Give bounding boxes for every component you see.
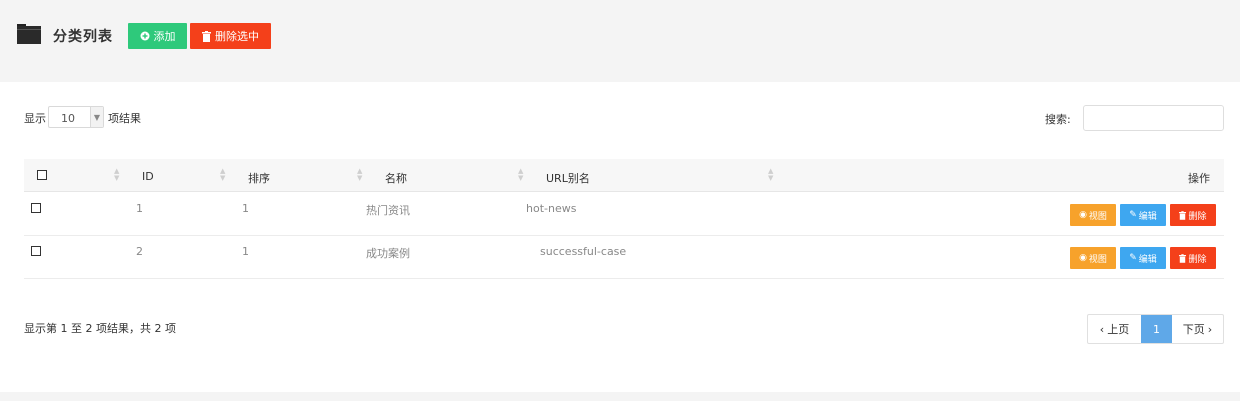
edit-icon: ✎ — [1129, 253, 1137, 263]
sort-icon[interactable]: ▲ ▼ — [518, 168, 523, 182]
cell-name: 热门资讯 — [366, 204, 410, 217]
edit-label: 编辑 — [1138, 254, 1157, 265]
chevron-down-icon: ▼ — [90, 107, 103, 127]
column-id[interactable]: ID — [142, 170, 154, 183]
plus-circle-icon — [140, 31, 149, 41]
trash-icon — [202, 30, 211, 42]
add-button[interactable]: 添加 — [128, 23, 187, 49]
column-name[interactable]: 名称 — [385, 170, 407, 186]
view-button[interactable]: ◉ 视图 — [1070, 247, 1116, 269]
delete-button[interactable]: 删除 — [1170, 204, 1216, 226]
add-button-label: 添加 — [153, 30, 176, 43]
length-prefix-label: 显示 — [24, 112, 46, 125]
view-label: 视图 — [1088, 211, 1107, 222]
page-header: 分类列表 添加 删除选中 — [0, 0, 1240, 82]
select-all-checkbox[interactable] — [37, 170, 47, 180]
length-suffix-label: 项结果 — [108, 112, 141, 125]
search-input[interactable] — [1083, 105, 1224, 131]
trash-icon — [1179, 253, 1187, 263]
cell-id: 2 — [136, 245, 143, 258]
sort-icon[interactable]: ▲ ▼ — [220, 168, 225, 182]
table-header: ▲ ▼ ID ▲ ▼ 排序 ▲ ▼ 名称 ▲ ▼ URL别名 ▲ ▼ 操作 — [24, 159, 1224, 192]
view-button[interactable]: ◉ 视图 — [1070, 204, 1116, 226]
column-url-alias[interactable]: URL别名 — [546, 170, 590, 186]
row-checkbox[interactable] — [31, 246, 41, 256]
page-length-select[interactable]: 10 ▼ — [48, 106, 104, 128]
sort-icon[interactable]: ▲ ▼ — [357, 168, 362, 182]
edit-icon: ✎ — [1129, 210, 1137, 220]
column-sort[interactable]: 排序 — [248, 170, 270, 186]
view-label: 视图 — [1088, 254, 1107, 265]
delete-selected-button[interactable]: 删除选中 — [190, 23, 271, 49]
eye-icon: ◉ — [1079, 210, 1087, 220]
search-label: 搜索: — [1045, 113, 1071, 126]
table-row: 2 1 成功案例 successful-case ◉ 视图 ✎ 编辑 删除 — [24, 236, 1224, 279]
trash-icon — [1179, 210, 1187, 220]
sort-icon[interactable]: ▲ ▼ — [114, 168, 119, 182]
eye-icon: ◉ — [1079, 253, 1087, 263]
edit-label: 编辑 — [1138, 211, 1157, 222]
cell-url-alias: successful-case — [540, 245, 627, 258]
cell-url-alias: hot-news — [526, 202, 577, 215]
cell-sort: 1 — [242, 245, 249, 258]
edit-button[interactable]: ✎ 编辑 — [1120, 204, 1166, 226]
prev-page-label: 上页 — [1107, 323, 1130, 336]
page-number-current[interactable]: 1 — [1141, 315, 1172, 343]
page-title: 分类列表 — [53, 29, 113, 45]
row-checkbox[interactable] — [31, 203, 41, 213]
sort-icon[interactable]: ▲ ▼ — [768, 168, 773, 182]
delete-label: 删除 — [1188, 211, 1207, 222]
table-row: 1 1 热门资讯 hot-news ◉ 视图 ✎ 编辑 删除 — [24, 193, 1224, 236]
next-page-label: 下页 — [1182, 323, 1205, 336]
cell-name: 成功案例 — [366, 247, 410, 260]
column-actions: 操作 — [1188, 172, 1210, 185]
pagination: ‹ 上页 1 下页 › — [1087, 314, 1224, 344]
cell-sort: 1 — [242, 202, 249, 215]
chevron-right-icon: › — [1207, 322, 1213, 336]
next-page-button[interactable]: 下页 › — [1172, 315, 1223, 343]
cell-id: 1 — [136, 202, 143, 215]
delete-selected-label: 删除选中 — [215, 30, 259, 43]
folder-icon — [17, 24, 41, 44]
delete-label: 删除 — [1188, 254, 1207, 265]
edit-button[interactable]: ✎ 编辑 — [1120, 247, 1166, 269]
page-length-value: 10 — [61, 112, 75, 125]
prev-page-button[interactable]: ‹ 上页 — [1088, 315, 1141, 343]
table-info: 显示第 1 至 2 项结果，共 2 项 — [24, 322, 176, 335]
chevron-left-icon: ‹ — [1099, 322, 1105, 336]
delete-button[interactable]: 删除 — [1170, 247, 1216, 269]
